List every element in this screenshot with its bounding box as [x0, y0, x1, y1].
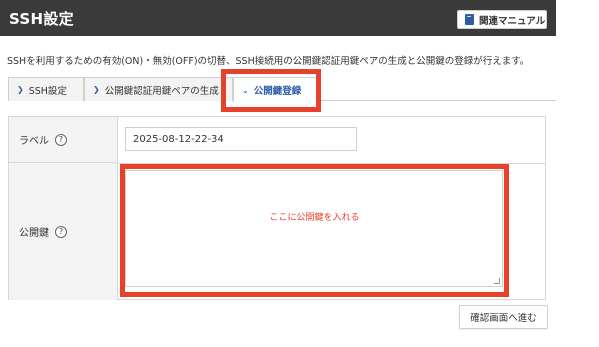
tab-label: SSH設定 — [28, 85, 67, 97]
label-text: ラベル — [19, 136, 49, 147]
annotation-highlight-textarea — [120, 164, 509, 297]
tab-label: 公開鍵認証用鍵ペアの生成 — [104, 85, 219, 97]
help-icon[interactable]: ? — [55, 225, 67, 238]
page-description: SSHを利用するための有効(ON)・無効(OFF)の切替、SSH接続用の公開鍵認… — [7, 56, 530, 67]
annotation-highlight-tab — [221, 69, 321, 112]
label-input[interactable]: 2025-08-12-22-34 — [125, 127, 357, 151]
book-icon — [465, 14, 474, 25]
page-title: SSH設定 — [9, 10, 74, 28]
page-header: SSH設定 関連マニュアル — [0, 0, 556, 36]
chevron-right-icon: ❯ — [93, 85, 100, 94]
help-icon[interactable]: ? — [55, 133, 67, 146]
related-manual-button[interactable]: 関連マニュアル — [457, 10, 547, 29]
label-field-label: ラベル ? — [9, 117, 117, 163]
public-key-field-label: 公開鍵 ? — [9, 163, 117, 300]
column-divider — [117, 117, 118, 299]
public-key-text: 公開鍵 — [19, 228, 49, 239]
related-manual-label: 関連マニュアル — [479, 15, 546, 27]
confirm-button[interactable]: 確認画面へ進む — [459, 305, 548, 329]
chevron-right-icon: ❯ — [17, 85, 24, 94]
tab-ssh-settings[interactable]: ❯ SSH設定 — [8, 77, 84, 101]
tab-keypair-generate[interactable]: ❯ 公開鍵認証用鍵ペアの生成 — [84, 77, 233, 101]
annotation-note: ここに公開鍵を入れる — [269, 213, 360, 223]
